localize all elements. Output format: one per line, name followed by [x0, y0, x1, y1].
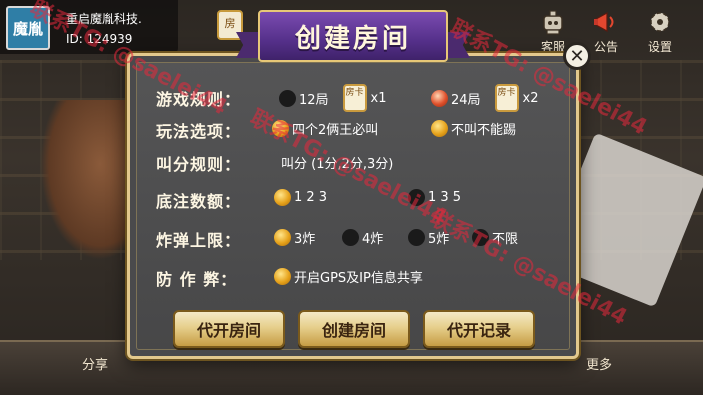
avatar: 魔胤 — [6, 6, 50, 50]
radio-off — [472, 229, 489, 246]
option-label: 不叫不能踢 — [451, 123, 517, 138]
settings-label: 设置 — [647, 40, 672, 54]
must-bid-option[interactable]: 四个2俩王必叫 — [272, 119, 378, 138]
radio-on — [274, 189, 291, 206]
radio-on — [272, 120, 289, 137]
bomb-limit-label: 炸弹上限： — [156, 231, 242, 250]
option-label: 5炸 — [428, 232, 450, 247]
proxy-open-room-button[interactable]: 代开房间 — [173, 310, 285, 348]
close-button[interactable]: ✕ — [563, 42, 591, 70]
option-label: 四个2俩王必叫 — [292, 123, 379, 138]
user-id: ID: 124939 — [66, 32, 133, 46]
megaphone-icon — [594, 11, 614, 33]
radio-on — [274, 229, 291, 246]
card-multiplier: x1 — [370, 90, 387, 106]
option-label: 不限 — [492, 232, 519, 247]
robot-icon — [543, 10, 563, 35]
bomb-4-option[interactable]: 4炸 — [342, 228, 383, 247]
dialog-title-banner: 创建房间 — [236, 10, 470, 62]
game-rules-label: 游戏规则： — [156, 90, 242, 109]
settings-button[interactable]: 设置 — [640, 8, 680, 55]
radio-off — [279, 89, 296, 107]
bomb-5-option[interactable]: 5炸 — [408, 228, 449, 247]
bomb-3-option[interactable]: 3炸 — [274, 228, 315, 247]
radio-off — [408, 189, 425, 206]
option-label: 3炸 — [294, 232, 316, 247]
base-bet-label: 底注数额： — [156, 192, 242, 211]
gear-icon — [650, 12, 670, 32]
user-name: 重启魔胤科技. — [66, 12, 142, 26]
radio-on — [431, 120, 448, 137]
anti-cheat-label: 防 作 弊： — [156, 270, 238, 289]
dialog-title: 创建房间 — [294, 23, 411, 54]
base-123-option[interactable]: 1 2 3 — [274, 189, 327, 206]
proxy-records-button[interactable]: 代开记录 — [423, 310, 535, 348]
option-label: 4炸 — [362, 232, 384, 247]
title-plate: 创建房间 — [258, 10, 448, 62]
share-button[interactable]: 分享 — [82, 354, 108, 373]
bid-rules-label: 叫分规则： — [156, 155, 242, 174]
rounds-24-option[interactable]: 24局 房卡 x2 — [431, 84, 539, 112]
play-options-label: 玩法选项： — [156, 122, 242, 141]
create-room-button[interactable]: 创建房间 — [298, 310, 410, 348]
radio-off — [342, 229, 359, 246]
option-label: 开启GPS及IP信息共享 — [294, 271, 423, 286]
option-label: 12局 — [299, 92, 329, 108]
notice-label: 公告 — [593, 40, 618, 54]
option-label: 1 2 3 — [294, 190, 328, 205]
rounds-12-option[interactable]: 12局 房卡 x1 — [279, 84, 387, 112]
option-label: 1 3 5 — [428, 190, 462, 205]
radio-on — [431, 89, 448, 107]
room-card-icon: 房卡 — [342, 84, 367, 112]
radio-on — [274, 268, 291, 285]
gps-ip-share-option[interactable]: 开启GPS及IP信息共享 — [274, 267, 423, 286]
notice-button[interactable]: 公告 — [586, 8, 626, 55]
room-card-icon: 房卡 — [494, 84, 519, 112]
option-label: 24局 — [451, 92, 481, 108]
base-135-option[interactable]: 1 3 5 — [408, 189, 461, 206]
bomb-unlimited-option[interactable]: 不限 — [472, 228, 518, 247]
card-multiplier: x2 — [522, 90, 539, 106]
user-card[interactable]: 魔胤 重启魔胤科技. ID: 124939 — [0, 0, 178, 54]
more-button[interactable]: 更多 — [586, 354, 612, 373]
radio-off — [408, 229, 425, 246]
bid-rule-text: 叫分 (1分,2分,3分) — [281, 157, 394, 172]
no-kick-option[interactable]: 不叫不能踢 — [431, 119, 516, 138]
